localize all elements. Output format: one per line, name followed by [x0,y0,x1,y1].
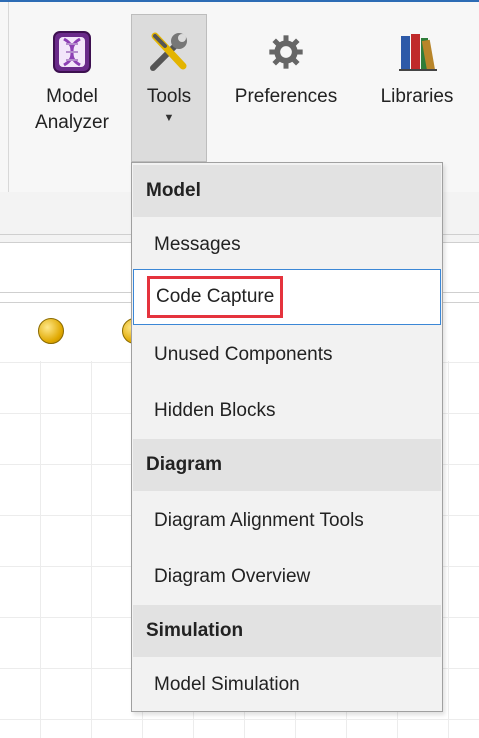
books-icon [399,34,437,71]
tools-dropdown-menu: Model Messages Code Capture Unused Compo… [131,162,443,712]
menu-item-label: Code Capture [156,286,275,307]
menu-item-model-simulation[interactable]: Model Simulation [133,657,441,713]
chevron-down-icon: ▼ [163,112,175,124]
menu-section-simulation: Simulation [133,605,441,657]
menu-section-diagram: Diagram [133,439,441,491]
libraries-label: Libraries [380,86,454,107]
status-indicator-icon[interactable] [38,318,64,344]
libraries-button[interactable]: Libraries [368,14,466,110]
menu-item-hidden-blocks[interactable]: Hidden Blocks [133,383,441,439]
menu-section-model: Model [133,165,441,217]
menu-item-code-capture[interactable]: Code Capture [133,269,441,325]
tools-label: Tools [146,86,192,107]
preferences-button[interactable]: Preferences [222,14,350,110]
ribbon-divider [8,2,9,192]
menu-item-diagram-alignment-tools[interactable]: Diagram Alignment Tools [133,493,441,549]
gear-icon [269,35,303,69]
model-analyzer-label: Model Analyzer [35,86,109,133]
menu-item-diagram-overview[interactable]: Diagram Overview [133,549,441,605]
menu-item-messages[interactable]: Messages [133,217,441,273]
wrench-screwdriver-icon [150,32,187,71]
tools-button[interactable]: Tools ▼ [131,14,207,162]
model-analyzer-button[interactable]: Model Analyzer [24,14,120,136]
highlight-box: Code Capture [147,276,284,318]
preferences-label: Preferences [234,86,338,107]
menu-item-unused-components[interactable]: Unused Components [133,327,441,383]
dna-helix-icon [53,31,91,73]
